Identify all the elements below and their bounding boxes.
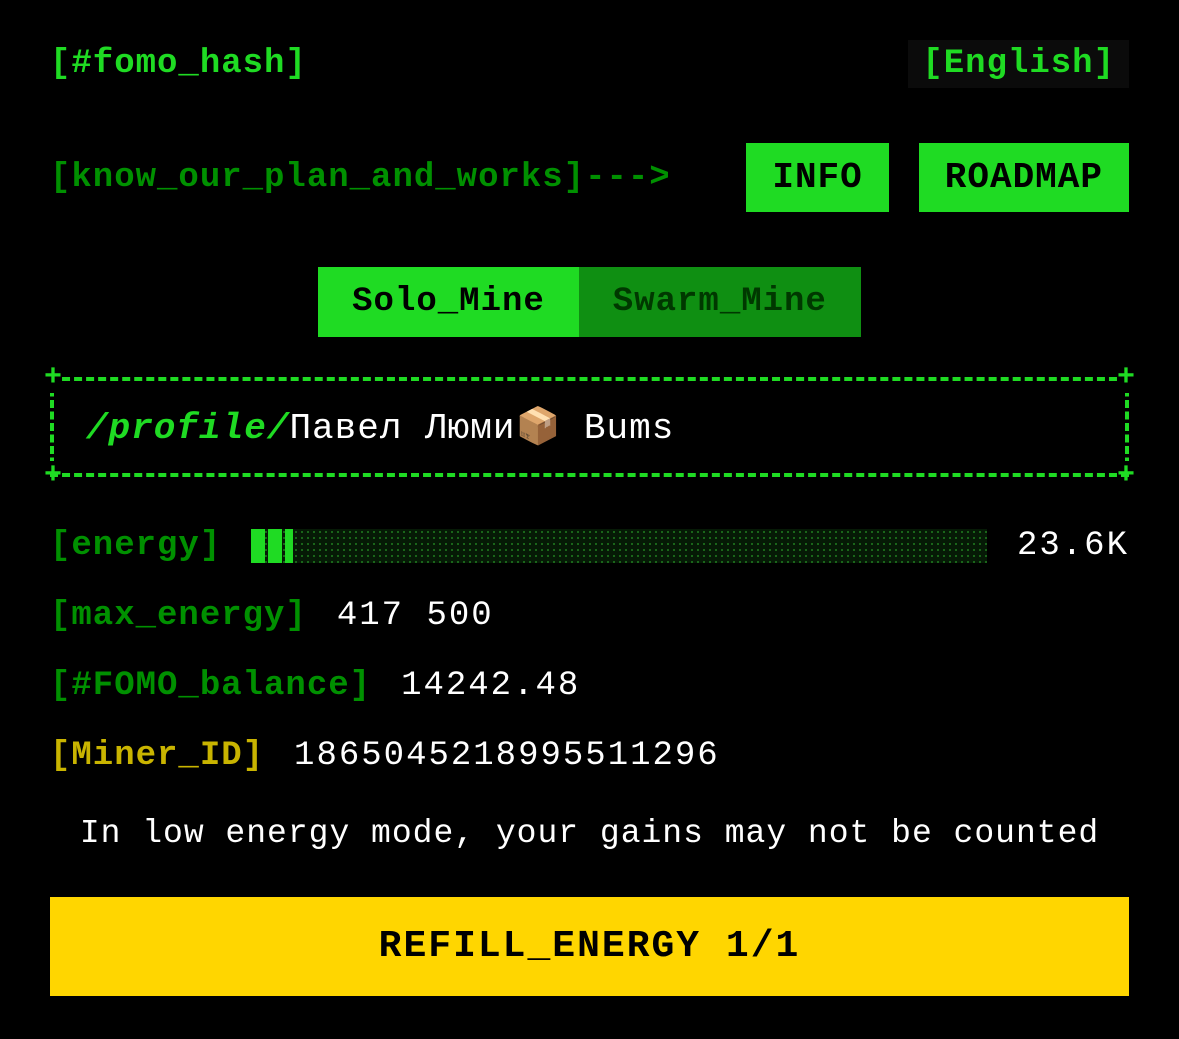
max-energy-label: [max_energy] <box>50 597 307 635</box>
miner-id-value: 1865045218995511296 <box>294 737 720 775</box>
roadmap-button[interactable]: ROADMAP <box>919 143 1129 212</box>
low-energy-warning: In low energy mode, your gains may not b… <box>50 815 1129 852</box>
tab-solo-mine[interactable]: Solo_Mine <box>318 267 579 337</box>
energy-label: [energy] <box>50 527 221 565</box>
box-corner-icon: + <box>1117 461 1135 491</box>
tab-swarm-mine[interactable]: Swarm_Mine <box>579 267 861 337</box>
energy-progress-fill <box>251 529 987 563</box>
max-energy-value: 417 500 <box>337 597 494 635</box>
energy-progress-bar <box>251 529 987 563</box>
profile-username: Павел Люми📦 Bums <box>289 408 674 449</box>
miner-id-label: [Miner_ID] <box>50 737 264 775</box>
fomo-balance-label: [#FOMO_balance] <box>50 667 371 705</box>
box-corner-icon: + <box>44 461 62 491</box>
refill-energy-button[interactable]: REFILL_ENERGY 1/1 <box>50 897 1129 996</box>
language-selector[interactable]: [English] <box>908 40 1129 88</box>
box-corner-icon: + <box>44 363 62 393</box>
info-button[interactable]: INFO <box>746 143 888 212</box>
fomo-balance-value: 14242.48 <box>401 667 580 705</box>
plan-label: [know_our_plan_and_works]---> <box>50 159 671 197</box>
profile-box: + + + + /profile/Павел Люми📦 Bums <box>50 377 1129 477</box>
box-corner-icon: + <box>1117 363 1135 393</box>
profile-path-label: /profile/ <box>86 408 289 449</box>
energy-value: 23.6K <box>1017 527 1129 565</box>
app-logo[interactable]: [#fomo_hash] <box>50 45 307 83</box>
